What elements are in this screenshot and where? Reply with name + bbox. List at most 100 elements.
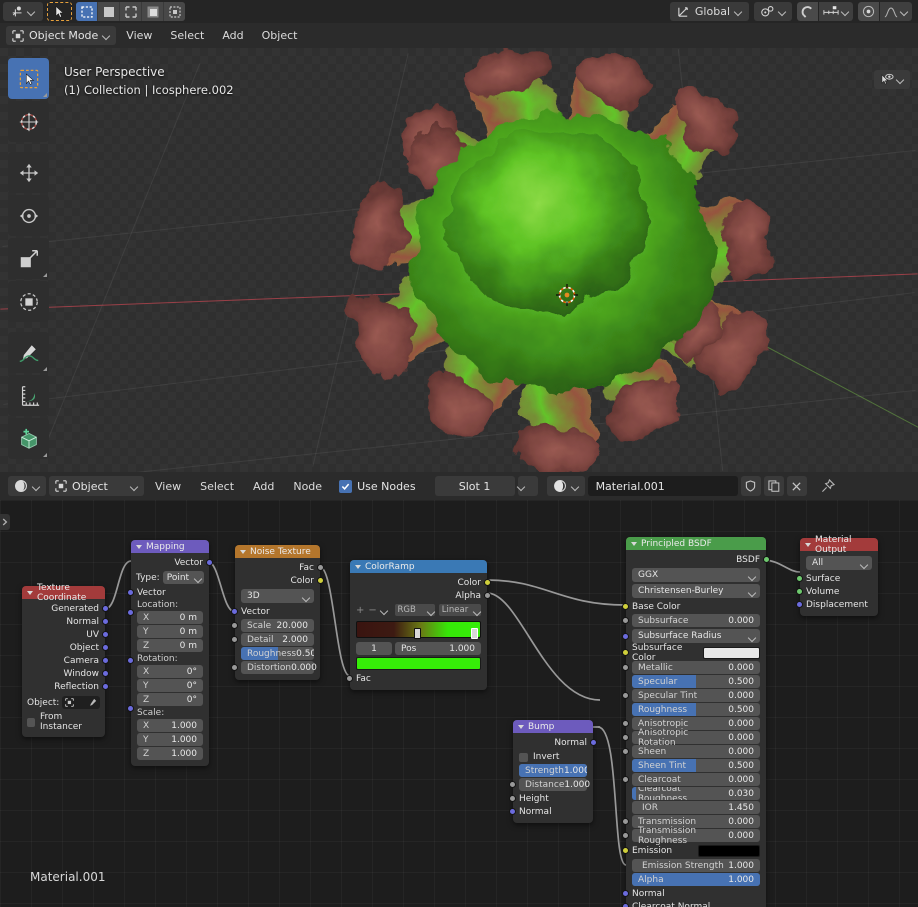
- output-socket-fac[interactable]: [317, 564, 324, 571]
- viewport-menu-object[interactable]: Object: [254, 26, 306, 45]
- ramp-stop-handle[interactable]: [413, 628, 421, 639]
- input-socket[interactable]: [622, 649, 629, 656]
- input-socket-height[interactable]: [509, 795, 516, 802]
- input-socket-base-color[interactable]: [622, 603, 629, 610]
- bump-distance-field[interactable]: Distance 1.000: [509, 778, 590, 791]
- input-socket-location[interactable]: [127, 609, 134, 616]
- output-socket-normal[interactable]: [590, 739, 597, 746]
- proportional-editing-toggle[interactable]: [858, 2, 879, 21]
- select-box-tool[interactable]: [47, 2, 72, 21]
- bsdf-ior-field[interactable]: IOR 1.450: [632, 801, 760, 814]
- bsdf-emission-strength-field[interactable]: Emission Strength 1.000: [632, 859, 760, 872]
- rotation-x[interactable]: X 0°: [137, 665, 203, 678]
- output-socket-bsdf[interactable]: [763, 556, 770, 563]
- collapse-triangle-icon[interactable]: [805, 542, 811, 547]
- 3d-viewport[interactable]: User Perspective (1) Collection | Icosph…: [0, 48, 918, 472]
- node-noise-texture[interactable]: Noise Texture Fac Color 3D Vector Scale 2…: [231, 545, 324, 680]
- bsdf-anisotropic-rotation-field[interactable]: Anisotropic Rotation 0.000: [622, 728, 760, 748]
- scale-y[interactable]: Y 1.000: [137, 733, 203, 746]
- ramp-stop-handle-selected[interactable]: [471, 628, 478, 639]
- tool-transform[interactable]: [8, 281, 49, 322]
- output-socket-color[interactable]: [484, 579, 491, 586]
- editor-type-dropdown[interactable]: [8, 476, 46, 496]
- input-socket[interactable]: [622, 720, 629, 727]
- input-socket[interactable]: [231, 636, 238, 643]
- noise-roughness-slider[interactable]: Roughness0.500: [241, 647, 314, 660]
- slot-chevron[interactable]: [517, 476, 538, 496]
- location-x[interactable]: X0 m: [137, 611, 203, 624]
- node-mapping[interactable]: Mapping Vector Type: Point Vector Locati…: [127, 540, 213, 766]
- output-socket[interactable]: [102, 670, 109, 677]
- add-stop-button[interactable]: +: [356, 605, 364, 616]
- input-socket-normal[interactable]: [509, 808, 516, 815]
- material-name-field[interactable]: Material.001: [587, 476, 738, 496]
- scale-x[interactable]: X 1.000: [137, 719, 203, 732]
- collapse-triangle-icon[interactable]: [631, 541, 637, 546]
- node-color-ramp[interactable]: ColorRamp Color Alpha + − RGB Linear 1 P…: [346, 560, 491, 690]
- unlink-material-button[interactable]: [786, 476, 807, 496]
- node-texture-coordinate[interactable]: Texture Coordinate Generated Normal UV O…: [22, 583, 109, 737]
- input-socket[interactable]: [622, 776, 629, 783]
- input-socket[interactable]: [622, 692, 629, 699]
- ramp-menu-icon[interactable]: [381, 607, 387, 613]
- input-socket[interactable]: [231, 622, 238, 629]
- transform-orientation-dropdown[interactable]: Global: [669, 2, 749, 21]
- bsdf-clearcoat-field[interactable]: Clearcoat 0.000: [622, 773, 760, 786]
- input-socket[interactable]: [622, 847, 629, 854]
- rotation-y[interactable]: Y 0°: [137, 679, 203, 692]
- scale-z[interactable]: Z 1.000: [137, 747, 203, 760]
- distribution-dropdown[interactable]: GGX: [632, 568, 760, 582]
- select-extend-button[interactable]: [98, 2, 119, 21]
- duplicate-material-button[interactable]: [763, 476, 784, 496]
- bsdf-alpha-slider[interactable]: Alpha 1.000: [632, 873, 760, 886]
- bsdf-specular-slider[interactable]: Specular 0.500: [632, 675, 760, 688]
- collapse-triangle-icon[interactable]: [27, 590, 33, 595]
- bsdf-clearcoat-roughness-slider[interactable]: Clearcoat Roughness 0.030: [632, 787, 760, 800]
- output-target-dropdown[interactable]: All: [806, 556, 872, 570]
- input-socket-vector[interactable]: [231, 608, 238, 615]
- node-material-output[interactable]: Material Output All Surface Volume Displ…: [796, 535, 878, 616]
- tool-rotate[interactable]: [8, 195, 49, 236]
- rotation-z[interactable]: Z 0°: [137, 693, 203, 706]
- object-field[interactable]: [62, 696, 100, 709]
- output-socket-alpha[interactable]: [484, 592, 491, 599]
- bsdf-metallic-field[interactable]: Metallic 0.000: [622, 661, 760, 674]
- bsdf-sheen-field[interactable]: Sheen 0.000: [622, 745, 760, 758]
- select-subtract-button[interactable]: [120, 2, 141, 21]
- input-socket-fac[interactable]: [346, 675, 353, 682]
- input-socket-vector[interactable]: [127, 589, 134, 596]
- dimension-dropdown[interactable]: 3D: [241, 589, 314, 603]
- breadcrumb[interactable]: [0, 514, 10, 530]
- editor-type-icon[interactable]: [3, 2, 43, 21]
- viewport-visibility-dropdown[interactable]: [874, 70, 910, 89]
- snap-to-dropdown[interactable]: [819, 2, 853, 21]
- snap-toggle-button[interactable]: [797, 2, 818, 21]
- tool-measure[interactable]: [8, 375, 49, 416]
- output-socket-vector[interactable]: [206, 559, 213, 566]
- location-y[interactable]: Y0 m: [137, 625, 203, 638]
- input-socket[interactable]: [509, 781, 516, 788]
- input-socket-clearcoat-normal[interactable]: [622, 903, 629, 907]
- input-socket-surface[interactable]: [796, 575, 803, 582]
- tool-move[interactable]: [8, 152, 49, 193]
- bsdf-sheen-tint-slider[interactable]: Sheen Tint 0.500: [632, 759, 760, 772]
- tool-tweak[interactable]: [8, 58, 49, 99]
- noise-distortion-field[interactable]: Distortion 0.000: [231, 661, 317, 674]
- node-header[interactable]: Principled BSDF: [626, 537, 766, 550]
- output-socket[interactable]: [102, 618, 109, 625]
- collapse-triangle-icon[interactable]: [240, 549, 246, 554]
- viewport-menu-add[interactable]: Add: [214, 26, 251, 45]
- node-bump[interactable]: Bump Normal Invert Strength 1.000 Distanc…: [509, 720, 597, 823]
- bump-strength-slider[interactable]: Strength 1.000: [519, 764, 587, 777]
- shader-node-editor[interactable]: Texture Coordinate Generated Normal UV O…: [0, 500, 918, 907]
- input-socket-scale[interactable]: [127, 705, 134, 712]
- node-header[interactable]: Texture Coordinate: [22, 583, 105, 603]
- noise-scale-field[interactable]: Scale 20.000: [231, 619, 314, 632]
- remove-stop-button[interactable]: −: [368, 605, 376, 616]
- falloff-dropdown[interactable]: [880, 2, 912, 21]
- output-socket[interactable]: [102, 631, 109, 638]
- fake-user-button[interactable]: [740, 476, 761, 496]
- collapse-triangle-icon[interactable]: [355, 564, 361, 569]
- color-mode-dropdown[interactable]: RGB: [394, 604, 435, 616]
- input-socket[interactable]: [622, 664, 629, 671]
